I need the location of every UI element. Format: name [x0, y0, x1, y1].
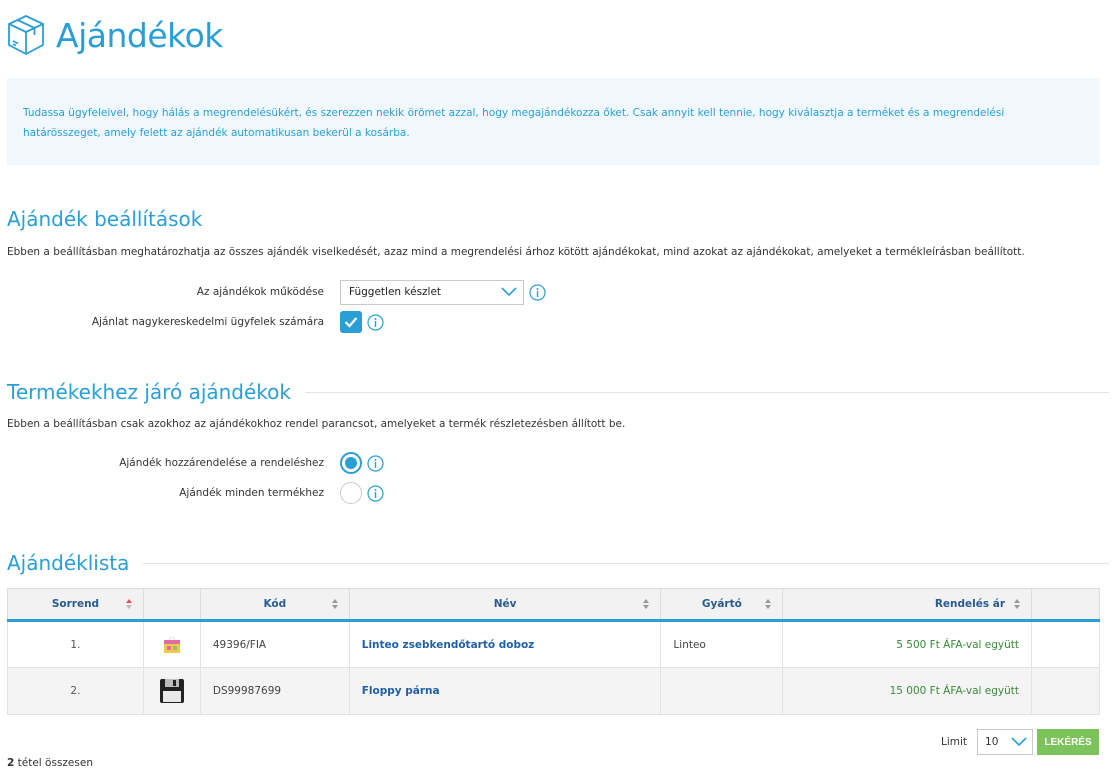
section-divider	[305, 391, 1109, 393]
cell-order: 2.	[7, 667, 144, 715]
wholesale-label: Ajánlat nagykereskedelmi ügyfelek számár…	[91, 316, 324, 328]
column-header-name[interactable]: Név	[348, 588, 662, 622]
gift-settings-description: Ebben a beállításban meghatározhatja az …	[7, 246, 1025, 258]
info-icon[interactable]	[367, 484, 384, 502]
operation-label: Az ajándékok működése	[196, 286, 324, 298]
table-row[interactable]: 2. DS99987699 Floppy párna 15 000 Ft ÁFA…	[7, 667, 1100, 715]
sort-icon	[765, 599, 772, 609]
table-header-row: Sorrend Kód Név Gyártó Rendelés ár	[7, 588, 1100, 622]
section-title-product-gifts: Termékekhez járó ajándékok	[7, 380, 1109, 404]
total-count: 2 tétel összesen	[7, 757, 93, 769]
cell-code: 49396/FIA	[199, 620, 350, 668]
assign-to-order-radio[interactable]	[340, 452, 362, 474]
column-header-code[interactable]: Kód	[199, 588, 350, 622]
cell-maker	[660, 667, 784, 715]
section-title-text: Termékekhez járó ajándékok	[7, 380, 291, 404]
chevron-down-icon	[501, 287, 517, 297]
wholesale-checkbox[interactable]	[340, 311, 362, 333]
info-icon[interactable]	[367, 313, 384, 331]
column-header-order[interactable]: Sorrend	[7, 588, 144, 622]
column-header-label: Név	[493, 598, 517, 610]
limit-select-value: 10	[985, 736, 999, 748]
every-product-radio[interactable]	[340, 482, 362, 504]
pager: Limit 10 LEKÉRÉS	[941, 729, 1100, 755]
option1-label: Ajándék hozzárendelése a rendeléshez	[119, 457, 324, 469]
floppy-pillow-thumbnail	[159, 679, 184, 703]
section-title-text: Ajándék beállítások	[7, 207, 203, 231]
page-header: Ajándékok	[6, 10, 223, 60]
cell-actions	[1031, 620, 1100, 668]
option2-label: Ajándék minden termékhez	[179, 487, 324, 499]
option2-row: Ajándék minden termékhez	[0, 480, 700, 506]
column-header-label: Sorrend	[51, 598, 100, 610]
sort-icon	[1014, 599, 1021, 609]
sort-icon	[331, 599, 338, 609]
checkmark-icon	[344, 317, 358, 328]
operation-select[interactable]: Független készlet	[340, 279, 524, 305]
column-header-label: Rendelés ár	[934, 598, 1006, 610]
limit-label: Limit	[941, 736, 968, 748]
section-title-gift-settings: Ajándék beállítások	[7, 207, 202, 231]
operation-row: Az ajándékok működése Független készlet	[0, 279, 700, 305]
column-header-maker[interactable]: Gyártó	[660, 588, 784, 622]
tissue-box-thumbnail	[163, 636, 180, 653]
cell-price: 15 000 Ft ÁFA-val együtt	[782, 667, 1033, 715]
cell-name-link[interactable]: Floppy párna	[348, 667, 662, 715]
product-gifts-description: Ebben a beállításban csak azokhoz az ajá…	[7, 418, 626, 430]
info-icon[interactable]	[367, 454, 384, 472]
total-count-suffix: tétel összesen	[14, 757, 93, 769]
cell-actions	[1031, 667, 1100, 715]
table-row[interactable]: 1. 49396/FIA Linteo zsebkendőtartó doboz…	[7, 620, 1100, 668]
option1-row: Ajándék hozzárendelése a rendeléshez	[0, 450, 700, 476]
chevron-down-icon	[1011, 737, 1027, 747]
info-box: Tudassa ügyfeleivel, hogy hálás a megren…	[7, 78, 1100, 165]
cell-image	[142, 667, 201, 715]
sort-icon	[643, 599, 650, 609]
column-header-label: Gyártó	[701, 598, 742, 610]
column-header-price[interactable]: Rendelés ár	[782, 588, 1033, 622]
cell-price: 5 500 Ft ÁFA-val együtt	[782, 620, 1033, 668]
cell-code: DS99987699	[199, 667, 350, 715]
cell-order: 1.	[7, 620, 144, 668]
column-header-actions	[1031, 588, 1100, 622]
operation-select-value: Független készlet	[349, 286, 442, 298]
column-header-image	[142, 588, 201, 622]
info-icon[interactable]	[529, 283, 546, 301]
box-icon	[8, 15, 44, 55]
section-title-gift-list: Ajándéklista	[7, 551, 1110, 575]
gift-table: Sorrend Kód Név Gyártó Rendelés ár 1. 49…	[7, 588, 1100, 715]
sort-asc-icon	[125, 599, 132, 609]
section-divider	[143, 562, 1110, 564]
limit-select[interactable]: 10	[977, 729, 1034, 755]
column-header-label: Kód	[263, 598, 287, 610]
cell-name-link[interactable]: Linteo zsebkendőtartó doboz	[348, 620, 662, 668]
query-button[interactable]: LEKÉRÉS	[1037, 729, 1100, 755]
cell-image	[142, 620, 201, 668]
section-title-text: Ajándéklista	[7, 551, 130, 575]
radio-dot	[345, 457, 357, 469]
info-text: Tudassa ügyfeleivel, hogy hálás a megren…	[23, 107, 1005, 139]
wholesale-row: Ajánlat nagykereskedelmi ügyfelek számár…	[0, 309, 700, 335]
page-title: Ajándékok	[56, 15, 223, 55]
cell-maker: Linteo	[660, 620, 784, 668]
